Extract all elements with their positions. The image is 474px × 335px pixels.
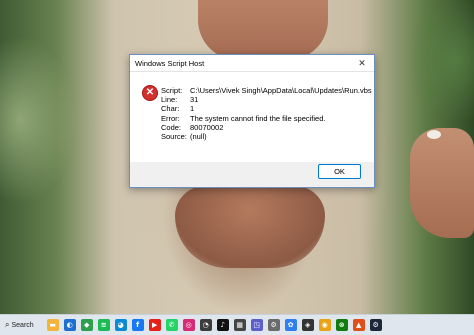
spotify-icon[interactable]: ≋ (97, 319, 110, 331)
error-icon: ✕ (142, 85, 158, 101)
detail-label: Error: (161, 113, 180, 123)
dialog-titlebar[interactable]: Windows Script Host ✕ (130, 55, 374, 72)
xbox-icon[interactable]: ⊗ (335, 319, 348, 331)
detail-label: Char: (161, 104, 180, 114)
taskbar-apps: ▬ ◐ ◆ ≋ ◕ f ▶ ✆ ◎ ◔ ♪ ▦ ◳ ⚙ ✿ ◈ ◉ ⊗ ▲ ⚙ (46, 319, 382, 331)
detail-value: 31 (190, 95, 199, 105)
chrome-icon[interactable]: ◉ (318, 319, 331, 331)
wallpaper-nail (427, 130, 441, 139)
detail-value: 80070002 (190, 122, 224, 132)
detail-label: Script: (161, 86, 183, 95)
detail-value: 1 (190, 104, 195, 114)
search-label: Search (11, 321, 34, 329)
detail-row-error: Error: The system cannot find the file s… (161, 114, 372, 123)
app-icon[interactable]: ◈ (301, 319, 314, 331)
tiktok-icon[interactable]: ♪ (216, 319, 229, 331)
maps-icon[interactable]: ◆ (80, 319, 93, 331)
detail-row-script: Script: C:\Users\Vivek Singh\AppData\Loc… (161, 86, 372, 95)
facebook-icon[interactable]: f (131, 319, 144, 331)
detail-row-line: Line: 31 (161, 95, 372, 104)
detail-label: Code: (161, 122, 182, 132)
dialog-body: ✕ Script: C:\Users\Vivek Singh\AppData\L… (130, 72, 374, 162)
wallpaper-face (198, 0, 328, 60)
edge-icon[interactable]: ◕ (114, 319, 127, 331)
wallpaper-face-lower (175, 186, 325, 268)
app-icon[interactable]: ◳ (250, 319, 263, 331)
detail-row-code: Code: 80070002 (161, 123, 372, 132)
app-icon[interactable]: ✿ (284, 319, 297, 331)
search-icon: ⌕ (5, 320, 10, 329)
error-details: Script: C:\Users\Vivek Singh\AppData\Loc… (161, 86, 372, 141)
wallpaper-hand (410, 128, 474, 238)
taskbar-search[interactable]: ⌕ Search (2, 318, 37, 332)
app-icon[interactable]: ⚙ (267, 319, 280, 331)
whatsapp-icon[interactable]: ✆ (165, 319, 178, 331)
app-icon[interactable]: ◔ (199, 319, 212, 331)
app-icon[interactable]: ▲ (352, 319, 365, 331)
taskbar: ⌕ Search ▬ ◐ ◆ ≋ ◕ f ▶ ✆ ◎ ◔ ♪ ▦ ◳ ⚙ ✿ ◈ ◉ ⊗ ▲ ⚙ (0, 314, 474, 335)
dialog-title: Windows Script Host (135, 58, 205, 68)
steam-icon[interactable]: ⚙ (369, 319, 382, 331)
ok-button[interactable]: OK (318, 164, 361, 179)
detail-label: Line: (161, 95, 178, 105)
close-button[interactable]: ✕ (356, 57, 368, 69)
detail-value: (null) (190, 132, 207, 142)
close-icon: ✕ (358, 57, 366, 68)
instagram-icon[interactable]: ◎ (182, 319, 195, 331)
detail-value: The system cannot find the file specifie… (190, 113, 326, 123)
detail-label: Source: (161, 132, 187, 142)
detail-value: C:\Users\Vivek Singh\AppData\Local\Updat… (190, 86, 372, 95)
app-icon[interactable]: ▦ (233, 319, 246, 331)
error-dialog: Windows Script Host ✕ ✕ Script: C:\Users… (129, 54, 375, 188)
detail-row-source: Source: (null) (161, 132, 372, 141)
dialog-footer: OK (130, 162, 374, 187)
file-explorer-icon[interactable]: ▬ (46, 319, 59, 331)
detail-row-char: Char: 1 (161, 104, 372, 113)
browser-icon[interactable]: ◐ (63, 319, 76, 331)
youtube-icon[interactable]: ▶ (148, 319, 161, 331)
